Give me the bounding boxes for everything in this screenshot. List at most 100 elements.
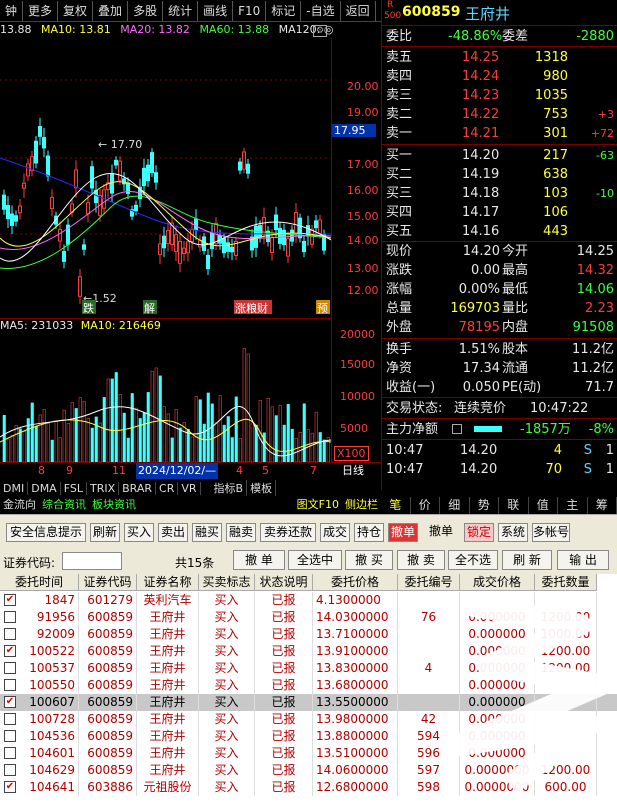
event-marker[interactable]: 涨粮财 <box>235 301 268 315</box>
toolbar-item-9[interactable]: -自选 <box>301 0 341 21</box>
trade-button-13[interactable]: 多帐号 <box>532 523 570 542</box>
cell-name: 王府井 <box>137 694 199 711</box>
info-tab[interactable]: 图文F10 <box>294 497 342 514</box>
stat-label: 量比 <box>502 301 529 316</box>
toolbar-item-7[interactable]: F10 <box>233 0 267 21</box>
cell-time: 104641 <box>0 779 79 796</box>
toolbar-item-5[interactable]: 统计 <box>163 0 199 21</box>
filter-button-0[interactable]: 撤 单 <box>233 550 285 570</box>
side-tab[interactable]: 主 <box>558 497 588 514</box>
trade-button-11[interactable]: 锁定 <box>464 523 494 542</box>
trade-button-6[interactable]: 卖券还款 <box>260 523 316 542</box>
cell-time: 100728 <box>0 711 79 728</box>
side-tab[interactable]: 联 <box>499 497 529 514</box>
info-tab[interactable]: 板块资讯 <box>89 497 139 514</box>
bid-volume: 106 <box>543 205 568 220</box>
order-count: 共15条 <box>175 556 215 570</box>
column-header[interactable]: 委托价格 <box>313 574 398 591</box>
bid-price[interactable]: 14.20 <box>462 146 499 165</box>
trade-button-12[interactable]: 系统 <box>498 523 528 542</box>
trade-button-8[interactable]: 持仓 <box>354 523 384 542</box>
info-tab[interactable]: 综合资讯 <box>39 497 89 514</box>
date-tick: 5 <box>262 464 269 477</box>
filter-button-1[interactable]: 全选中 <box>288 550 342 570</box>
column-header[interactable]: 状态说明 <box>255 574 313 591</box>
candle-body <box>270 236 274 253</box>
volume-bar <box>30 402 34 462</box>
side-tab[interactable]: 笔 <box>381 497 411 514</box>
toolbar-item-2[interactable]: 复权 <box>58 0 94 21</box>
trade-button-5[interactable]: 融卖 <box>226 523 256 542</box>
ask-price[interactable]: 14.22 <box>462 105 499 124</box>
volume-bar <box>70 402 74 462</box>
toolbar-item-1[interactable]: 更多 <box>23 0 59 21</box>
toolbar-item-6[interactable]: 画线 <box>198 0 234 21</box>
trade-button-0[interactable]: 安全信息提示 <box>6 523 86 542</box>
trade-button-7[interactable]: 成交 <box>320 523 350 542</box>
settings-icon[interactable]: ⚙ <box>313 25 327 37</box>
bid-price[interactable]: 14.17 <box>462 203 499 222</box>
cell-side: 买入 <box>199 609 255 626</box>
trade-time: 10:47:22 <box>530 401 589 416</box>
volume-bar <box>6 438 10 462</box>
bid-price[interactable]: 14.16 <box>462 222 499 241</box>
toolbar-item-0[interactable]: 钟 <box>0 0 24 21</box>
bid-price[interactable]: 14.18 <box>462 184 499 203</box>
toolbar-item-3[interactable]: 叠加 <box>93 0 129 21</box>
bid-price[interactable]: 14.19 <box>462 165 499 184</box>
side-tab[interactable]: 细 <box>440 497 470 514</box>
column-header[interactable]: 证券名称 <box>137 574 199 591</box>
filter-button-3[interactable]: 撤 卖 <box>397 550 445 570</box>
column-header[interactable]: 证券代码 <box>79 574 137 591</box>
side-tab[interactable]: 值 <box>529 497 558 514</box>
side-tab[interactable]: 势 <box>470 497 499 514</box>
side-tab[interactable]: 筹 <box>588 497 617 514</box>
event-marker[interactable]: 预 <box>317 302 328 315</box>
filter-button-2[interactable]: 撤 买 <box>345 550 393 570</box>
trade-button-3[interactable]: 卖出 <box>158 523 188 542</box>
stat-value: 14.20 <box>462 244 500 259</box>
main-net-value: -1857万 <box>520 422 571 437</box>
indicator-tab[interactable]: DMA <box>28 481 61 495</box>
bid-row: 买三 14.18 103 -10 <box>382 184 617 203</box>
indicator-tab[interactable]: CR <box>156 481 179 495</box>
trade-button-1[interactable]: 刷新 <box>90 523 120 542</box>
volume-bar <box>122 412 126 462</box>
indicator-tab[interactable]: FSL <box>61 481 87 495</box>
indicator-tab[interactable]: DMI <box>0 481 29 495</box>
info-tab[interactable]: 侧边栏 <box>342 497 381 514</box>
ask-price[interactable]: 14.24 <box>462 67 499 86</box>
code-input[interactable] <box>62 552 122 570</box>
info-tab[interactable]: 金流向 <box>0 497 39 514</box>
side-tab[interactable]: 价 <box>411 497 440 514</box>
toolbar-item-4[interactable]: 多股 <box>128 0 164 21</box>
event-marker[interactable]: 解 <box>144 301 155 315</box>
event-marker[interactable]: 跌 <box>83 301 94 315</box>
indicator-tab[interactable]: 指标B <box>211 480 248 496</box>
indicator-tab[interactable]: VR <box>178 481 201 495</box>
indicator-tab[interactable]: 模板 <box>247 480 277 496</box>
indicator-tab[interactable]: BRAR <box>119 481 157 495</box>
filter-button-4[interactable]: 全不选 <box>448 550 498 570</box>
divider <box>382 439 617 440</box>
column-header[interactable]: 买卖标志 <box>199 574 255 591</box>
volume-bar <box>242 348 246 462</box>
filter-button-6[interactable]: 输 出 <box>557 550 609 570</box>
cell-code: 600859 <box>79 745 137 762</box>
ask-price[interactable]: 14.23 <box>462 86 499 105</box>
trade-button-9[interactable]: 撤单 <box>388 523 418 542</box>
ask-price[interactable]: 14.21 <box>462 124 499 143</box>
trade-button-2[interactable]: 买入 <box>124 523 154 542</box>
trade-button-4[interactable]: 融买 <box>192 523 222 542</box>
ask-price[interactable]: 14.25 <box>462 48 499 67</box>
menu-icon[interactable] <box>452 424 462 434</box>
toolbar-item-10[interactable]: 返回 <box>341 0 376 21</box>
quote-panel: R 500 600859 王府井 委比 -48.86% 委差 -2880 卖五 14.25… <box>381 0 617 490</box>
trade-button-10[interactable]: 撤单 <box>422 523 460 542</box>
toolbar-item-8[interactable]: 标记 <box>266 0 302 21</box>
kline-chart[interactable]: ← 17.70←1.52跌解涨粮财预 <box>0 38 331 318</box>
filter-button-5[interactable]: 刷 新 <box>502 550 552 570</box>
indicator-tab[interactable]: TRIX <box>87 481 120 495</box>
column-header[interactable]: 委托时间 <box>0 574 79 591</box>
cell-price: 13.6800000 <box>313 677 398 694</box>
